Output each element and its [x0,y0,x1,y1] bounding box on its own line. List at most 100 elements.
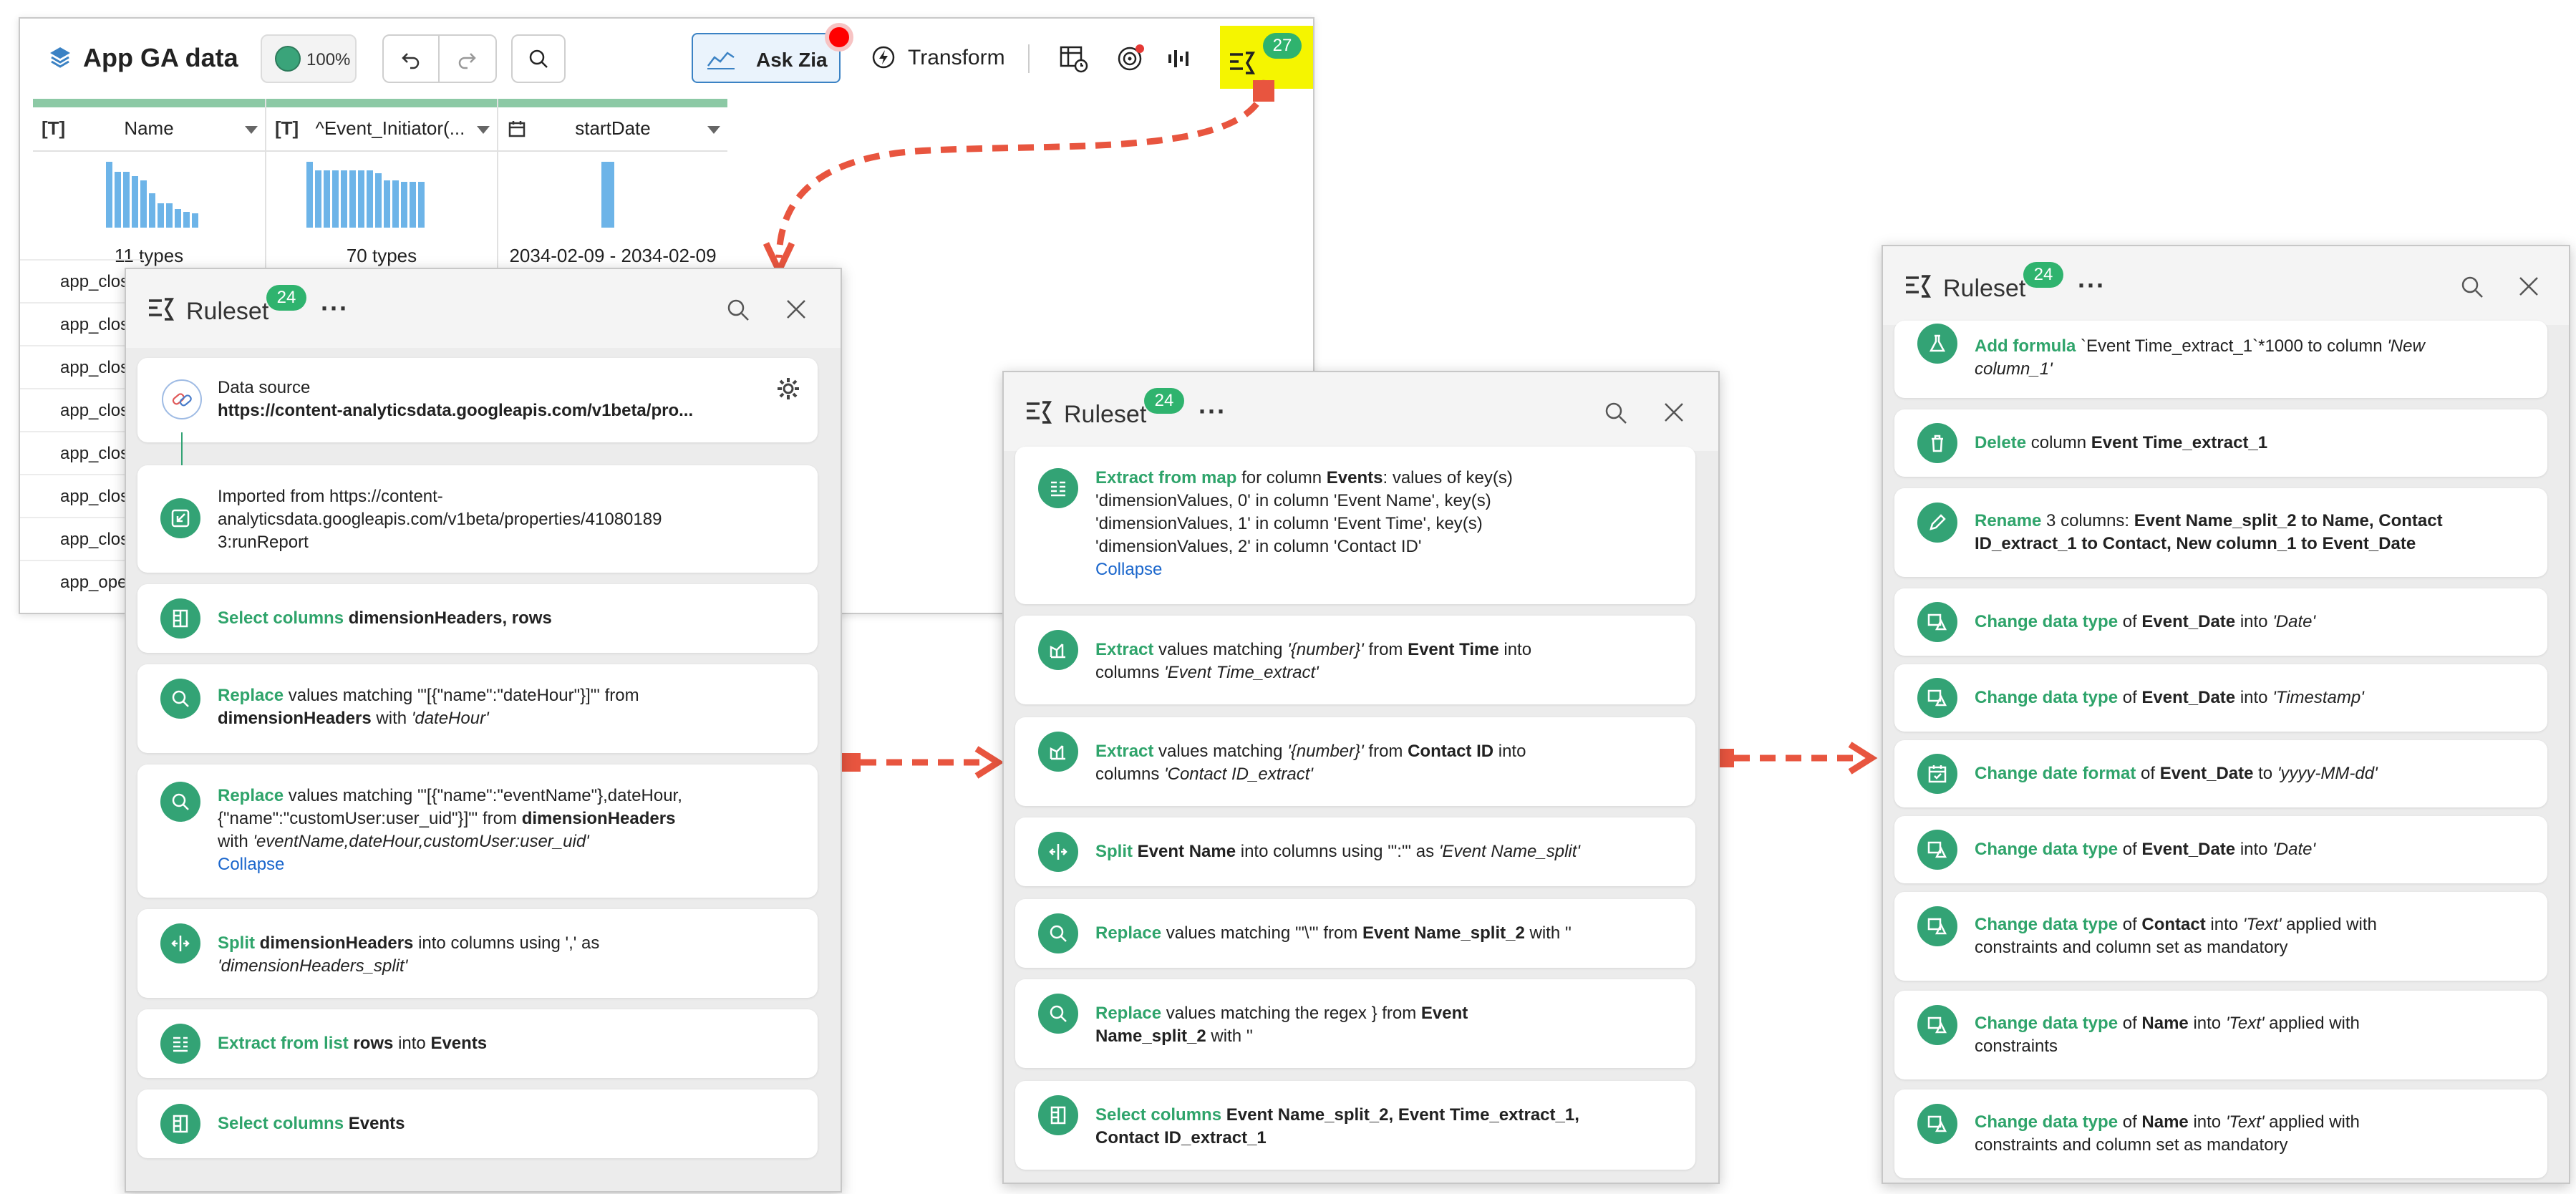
gear-icon[interactable] [776,377,800,401]
table-cell: app_clos [60,358,130,377]
step-action[interactable]: Add formula [1975,336,2076,356]
rule-step-card[interactable]: Change data type of Contact into 'Text' … [1894,892,2547,981]
hist-bar [332,170,339,228]
rule-step-card[interactable]: Rename 3 columns: Event Name_split_2 to … [1894,488,2547,577]
table-cell: app_clos [60,315,130,334]
step-action[interactable]: Replace [218,686,284,705]
rule-step-card[interactable]: Delete column Event Time_extract_1 [1894,409,2547,477]
step-action[interactable]: Rename [1975,511,2041,530]
data-source-card[interactable]: Data source https://content-analyticsdat… [137,358,818,442]
table-row[interactable]: app_clos [20,431,142,475]
step-action[interactable]: Change data type [1975,915,2118,934]
undo-redo-group [382,34,497,83]
zoom-control[interactable]: 100% [261,34,357,83]
step-detail: Event Name_split_2 to Name, Contact [2134,511,2443,530]
chevron-down-icon[interactable] [245,126,258,134]
step-detail: into [1504,640,1532,659]
search-icon[interactable] [2460,275,2484,299]
hist-bar [132,176,138,228]
table-cell: app_clos [60,444,130,463]
undo-button[interactable] [384,36,440,82]
column-header[interactable]: startDate [498,107,727,152]
step-action[interactable]: Change data type [1975,688,2118,707]
step-action[interactable]: Change data type [1975,1014,2118,1033]
step-action[interactable]: Change data type [1975,612,2118,631]
chevron-down-icon[interactable] [477,126,490,134]
collapse-link[interactable]: Collapse [1095,560,1162,579]
rule-step-card[interactable]: Add formula `Event Time_extract_1`*1000 … [1894,321,2547,398]
table-schedule-icon[interactable] [1058,43,1090,74]
rule-step-card[interactable]: Replace values matching '"[{"name":"even… [137,765,818,898]
step-action[interactable]: Select columns [218,1114,344,1133]
rule-step-card[interactable]: Extract from list rows into Events [137,1009,818,1078]
step-action[interactable]: Replace [1095,1004,1161,1023]
rule-step-card[interactable]: Select columns Event Name_split_2, Event… [1015,1081,1695,1170]
rule-step-card[interactable]: Extract values matching '{number}' from … [1015,717,1695,806]
rule-step-card[interactable]: Change date format of Event_Date to 'yyy… [1894,740,2547,807]
transform-button[interactable]: Transform [908,46,1005,70]
table-row[interactable]: app_clos [20,302,142,346]
search-icon[interactable] [1604,401,1628,425]
table-row[interactable]: app_clos [20,345,142,389]
table-row[interactable]: app_clos [20,259,142,304]
rule-step-card[interactable]: Replace values matching '"\"' from Event… [1015,899,1695,968]
rule-step-card[interactable]: Replace values matching the regex } from… [1015,979,1695,1068]
chevron-down-icon[interactable] [707,126,720,134]
ask-zia-button[interactable]: Ask Zia [692,33,841,83]
step-action[interactable]: Split [1095,842,1133,861]
step-action[interactable]: Change data type [1975,840,2118,859]
rule-step-card[interactable]: Select columns Events [137,1089,818,1158]
table-row[interactable]: app_oper [20,560,142,604]
transform-icon[interactable] [871,44,896,70]
rule-step-card[interactable]: Change data type of Event_Date into 'Dat… [1894,816,2547,883]
step-action[interactable]: Split [218,933,255,953]
target-icon[interactable] [1115,43,1147,74]
column-header[interactable]: [T] Name [33,107,265,152]
rule-step-card[interactable]: Change data type of Name into 'Text' app… [1894,1089,2547,1178]
more-options-icon[interactable]: ··· [2078,271,2106,301]
rule-step-card[interactable]: Change data type of Name into 'Text' app… [1894,991,2547,1079]
rule-step-card[interactable]: Split Event Name into columns using '":"… [1015,817,1695,886]
more-options-icon[interactable]: ··· [321,293,349,324]
step-action[interactable]: Extract [1095,742,1153,761]
close-icon[interactable] [785,298,808,321]
table-row[interactable]: app_clos [20,474,142,518]
zoom-indicator-icon [275,46,301,72]
more-options-icon[interactable]: ··· [1199,397,1226,427]
close-icon[interactable] [2517,275,2540,298]
step-action[interactable]: Extract from list [218,1034,349,1053]
data-rows: app_clos app_clos app_clos app_clos app_… [20,259,142,613]
step-text: Change data type of Event_Date into 'Dat… [1975,611,2530,634]
rule-step-card[interactable]: Split dimensionHeaders into columns usin… [137,909,818,998]
step-action[interactable]: Select columns [218,608,344,628]
redo-button[interactable] [440,36,494,82]
rule-step-card[interactable]: Replace values matching '"[{"name":"date… [137,664,818,753]
step-action[interactable]: Extract from map [1095,468,1236,487]
column-header[interactable]: [T] ^Event_Initiator(... [266,107,497,152]
rule-step-card[interactable]: Change data type of Event_Date into 'Dat… [1894,588,2547,656]
ruleset-button[interactable]: 27 [1220,26,1313,89]
hist-bar [106,162,112,228]
collapse-link[interactable]: Collapse [218,855,284,874]
step-action[interactable]: Replace [1095,923,1161,943]
date-format-icon [1917,754,1957,794]
search-icon[interactable] [726,298,750,322]
hist-bar [367,170,373,228]
imported-step-card[interactable]: Imported from https://content- analytics… [137,465,818,573]
waveform-icon[interactable] [1166,43,1194,74]
rule-step-card[interactable]: Extract values matching '{number}' from … [1015,616,1695,704]
rule-step-card[interactable]: Extract from map for column Events: valu… [1015,447,1695,604]
search-button[interactable] [511,34,566,83]
step-action[interactable]: Extract [1095,640,1153,659]
table-row[interactable]: app_clos [20,517,142,561]
step-action[interactable]: Change date format [1975,764,2136,783]
table-row[interactable]: app_clos [20,388,142,432]
step-action[interactable]: Delete [1975,433,2026,452]
close-icon[interactable] [1662,401,1685,424]
hist-bar [183,212,190,228]
rule-step-card[interactable]: Select columns dimensionHeaders, rows [137,584,818,653]
step-action[interactable]: Select columns [1095,1105,1221,1125]
rule-step-card[interactable]: Change data type of Event_Date into 'Tim… [1894,664,2547,732]
step-action[interactable]: Change data type [1975,1112,2118,1132]
step-action[interactable]: Replace [218,786,284,805]
